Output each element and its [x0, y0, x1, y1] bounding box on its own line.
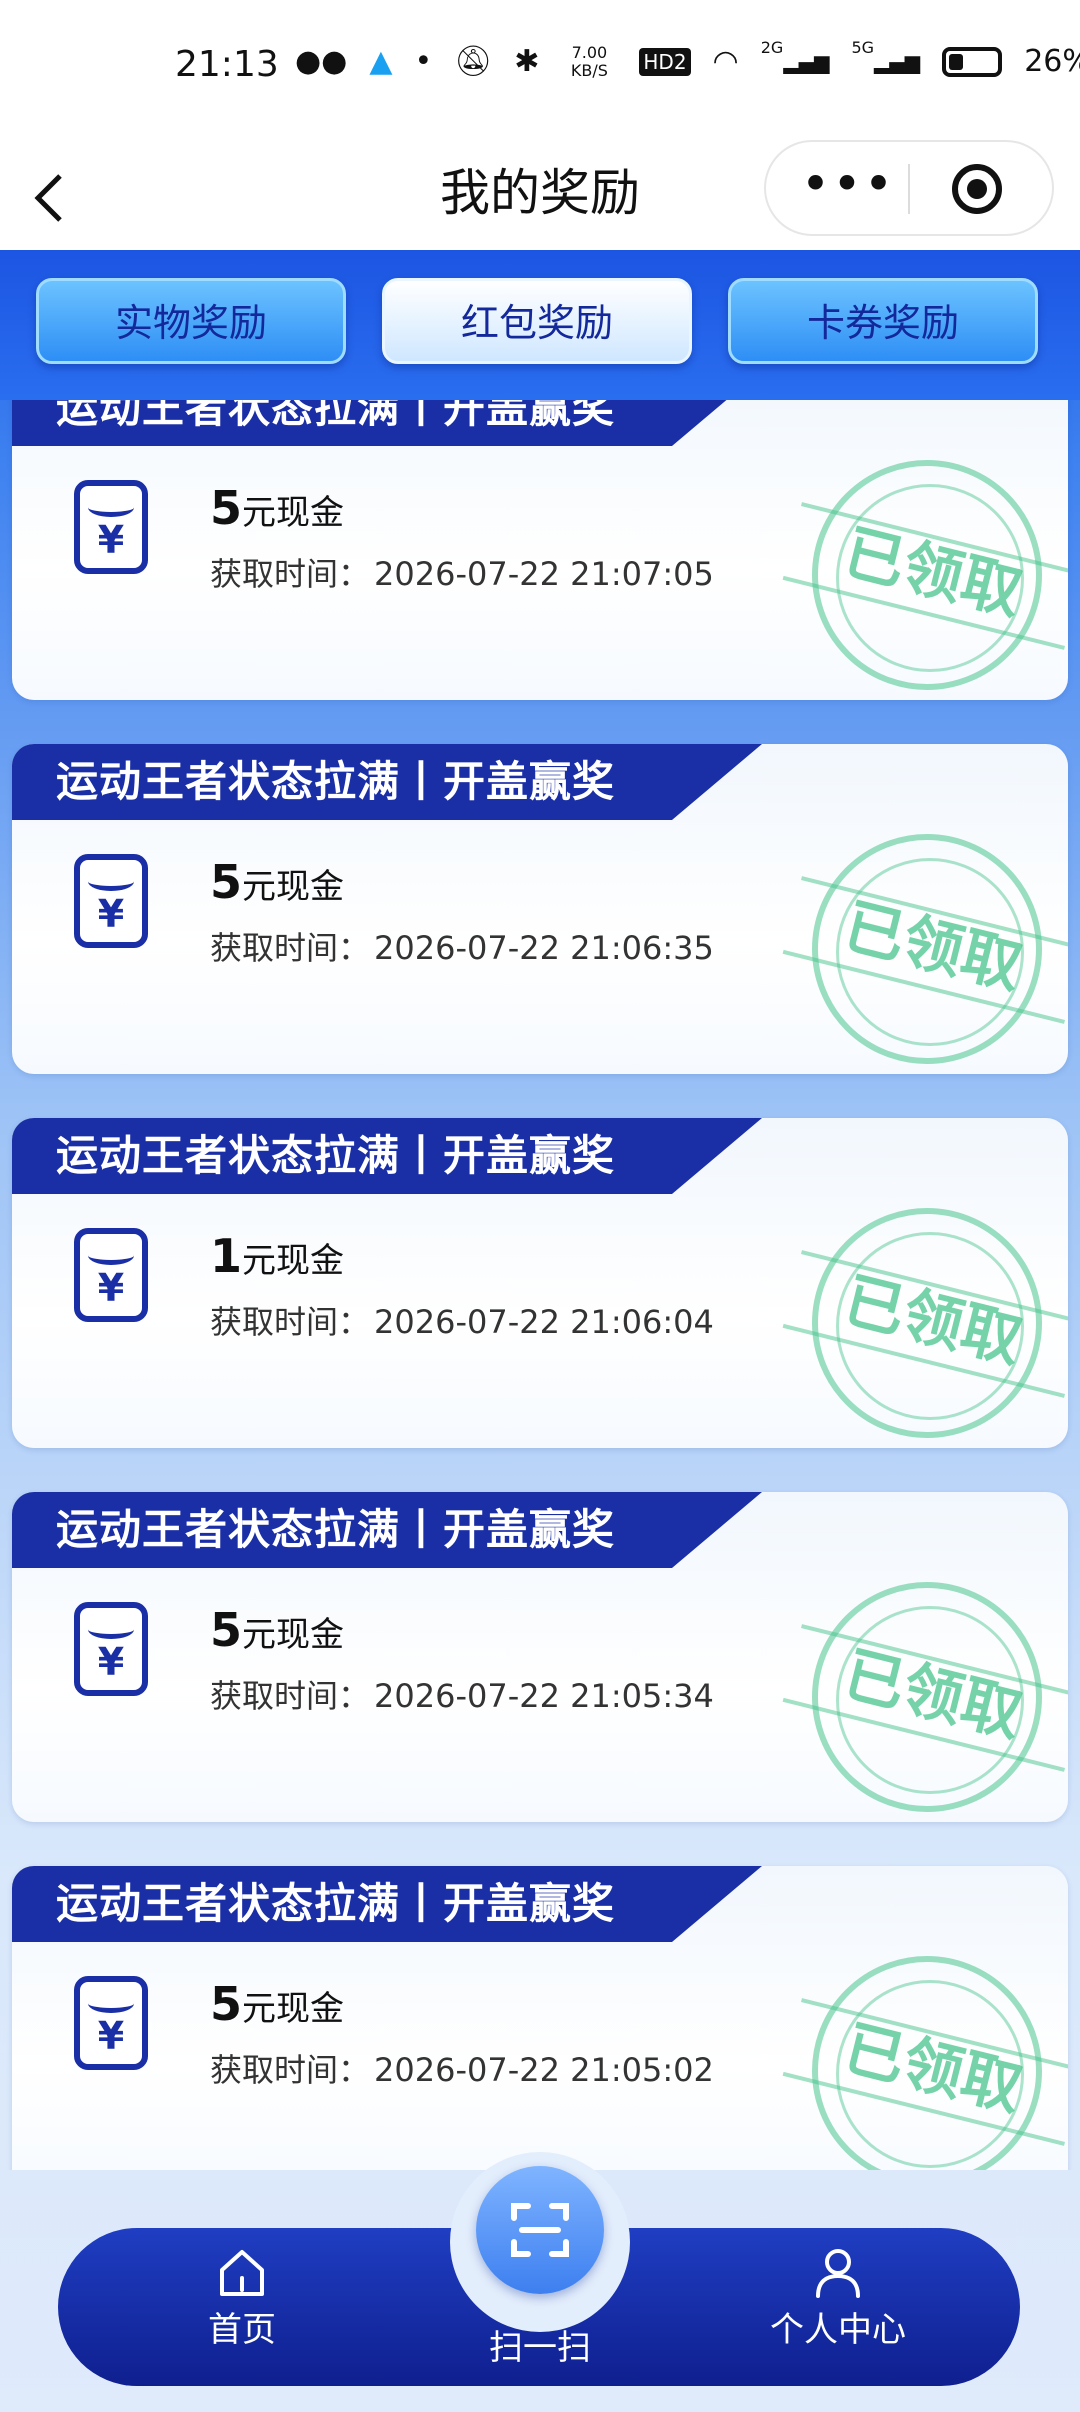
card-banner-title: 运动王者状态拉满丨开盖赢奖 [56, 1131, 616, 1180]
amount-value: 5 [210, 1603, 243, 1657]
card-banner-title: 运动王者状态拉满丨开盖赢奖 [56, 1879, 616, 1928]
scan-icon [511, 2203, 569, 2257]
stamp-label: 已领取 [837, 891, 1029, 1003]
tab-red-packet-rewards[interactable]: 红包奖励 [382, 278, 692, 364]
time-label: 获取时间： [210, 1677, 371, 1715]
claimed-stamp: 已领取 [782, 1956, 1068, 2170]
amount-unit: 元现金 [242, 867, 345, 907]
reward-tabs: 实物奖励 红包奖励 卡券奖励 [0, 250, 1080, 400]
card-banner-title: 运动王者状态拉满丨开盖赢奖 [56, 757, 616, 806]
net-speed: 7.00 KB/S [570, 43, 608, 80]
reward-amount: 1元现金 [210, 1226, 344, 1291]
amount-unit: 元现金 [242, 1989, 345, 2029]
time-label: 获取时间： [210, 555, 371, 593]
card-banner-title: 运动王者状态拉满丨开盖赢奖 [56, 400, 616, 432]
time-value: 2026-07-22 21:05:02 [374, 2051, 714, 2089]
yuan-glyph: ¥ [97, 1266, 125, 1310]
battery-icon [942, 47, 1003, 77]
time-value: 2026-07-22 21:06:35 [374, 929, 714, 967]
claimed-stamp: 已领取 [782, 460, 1068, 690]
home-icon [220, 2250, 264, 2296]
mute-icon: 🔕︎ [454, 44, 493, 79]
time-value: 2026-07-22 21:06:04 [374, 1303, 714, 1341]
claimed-stamp: 已领取 [782, 1582, 1068, 1812]
status-icons: ●● ▲ • 🔕︎ ✱ 7.00 KB/S HD2 ◠ 2G▂▄▆ 5G▂▄▆ … [295, 40, 1080, 84]
reward-amount: 5元现金 [210, 478, 344, 543]
tab-coupon-rewards[interactable]: 卡券奖励 [728, 278, 1038, 364]
claimed-stamp: 已领取 [782, 1208, 1068, 1438]
nav-scan-label[interactable]: 扫一扫 [440, 2318, 640, 2378]
capsule-divider [908, 164, 910, 214]
amount-unit: 元现金 [242, 1241, 345, 1281]
nav-home-label: 首页 [208, 2310, 276, 2350]
stamp-label: 已领取 [837, 1639, 1029, 1751]
stamp-label: 已领取 [837, 1265, 1029, 1377]
reward-amount: 5元现金 [210, 852, 344, 917]
time-value: 2026-07-22 21:05:34 [374, 1677, 714, 1715]
wifi-icon: ◠ [712, 44, 739, 79]
signal-2g-icon: 2G▂▄▆ [760, 38, 830, 75]
amount-value: 5 [210, 481, 243, 535]
nav-profile-label: 个人中心 [770, 2310, 906, 2350]
reward-card[interactable]: 运动王者状态拉满丨开盖赢奖 ¥ 5元现金 获取时间： 2026-07-22 21… [12, 1866, 1068, 2170]
bluetooth-icon: ✱ [514, 44, 540, 79]
reward-card[interactable]: 运动王者状态拉满丨开盖赢奖 ¥ 1元现金 获取时间： 2026-07-22 21… [12, 1118, 1068, 1448]
more-button[interactable]: ••• [798, 142, 898, 234]
red-packet-icon: ¥ [74, 1976, 148, 2070]
time-label: 获取时间： [210, 2051, 371, 2089]
card-banner-title: 运动王者状态拉满丨开盖赢奖 [56, 1505, 616, 1554]
time-label: 获取时间： [210, 1303, 371, 1341]
tab-physical-rewards[interactable]: 实物奖励 [36, 278, 346, 364]
yuan-glyph: ¥ [97, 1640, 125, 1684]
status-time: 21:13 [175, 44, 279, 85]
stamp-label: 已领取 [837, 517, 1029, 629]
reward-list: 运动王者状态拉满丨开盖赢奖 ¥ 5元现金 获取时间： 2026-07-22 21… [0, 400, 1080, 2170]
status-bar: 21:13 ●● ▲ • 🔕︎ ✱ 7.00 KB/S HD2 ◠ 2G▂▄▆ … [0, 0, 1080, 140]
user-icon [816, 2249, 860, 2298]
hd-icon: HD2 [639, 48, 691, 76]
wechat-icon: ●● [295, 44, 348, 79]
red-packet-icon: ¥ [74, 854, 148, 948]
reward-card[interactable]: 运动王者状态拉满丨开盖赢奖 ¥ 5元现金 获取时间： 2026-07-22 21… [12, 1492, 1068, 1822]
content-area: 实物奖励 红包奖励 卡券奖励 运动王者状态拉满丨开盖赢奖 ¥ 5元现金 获取时间… [0, 250, 1080, 2412]
red-packet-icon: ¥ [74, 1602, 148, 1696]
yuan-glyph: ¥ [97, 2014, 125, 2058]
reward-amount: 5元现金 [210, 1600, 344, 1665]
scan-button[interactable] [476, 2166, 604, 2294]
claimed-stamp: 已领取 [782, 834, 1068, 1064]
reward-amount: 5元现金 [210, 1974, 344, 2039]
amount-unit: 元现金 [242, 1615, 345, 1655]
battery-percent: 26% [1024, 44, 1080, 79]
qq-icon: ▲ [369, 44, 393, 79]
reward-card[interactable]: 运动王者状态拉满丨开盖赢奖 ¥ 5元现金 获取时间： 2026-07-22 21… [12, 744, 1068, 1074]
red-packet-icon: ¥ [74, 1228, 148, 1322]
nav-home[interactable]: 首页 [142, 2244, 342, 2374]
signal-5g-icon: 5G▂▄▆ [851, 38, 921, 75]
yuan-glyph: ¥ [97, 892, 125, 936]
nav-bar: 我的奖励 ••• [0, 140, 1080, 250]
time-label: 获取时间： [210, 929, 371, 967]
close-mini-program-icon[interactable] [952, 164, 1002, 214]
dot-icon: • [414, 44, 433, 79]
amount-value: 5 [210, 855, 243, 909]
nav-profile[interactable]: 个人中心 [738, 2244, 938, 2374]
yuan-glyph: ¥ [97, 518, 125, 562]
signal-5g-label: 5G [851, 38, 875, 57]
amount-value: 1 [210, 1229, 243, 1283]
amount-unit: 元现金 [242, 493, 345, 533]
stamp-label: 已领取 [837, 2013, 1029, 2125]
red-packet-icon: ¥ [74, 480, 148, 574]
amount-value: 5 [210, 1977, 243, 2031]
signal-2g-label: 2G [760, 38, 784, 57]
mini-program-capsule: ••• [764, 140, 1054, 236]
reward-card[interactable]: 运动王者状态拉满丨开盖赢奖 ¥ 5元现金 获取时间： 2026-07-22 21… [12, 400, 1068, 700]
time-value: 2026-07-22 21:07:05 [374, 555, 714, 593]
